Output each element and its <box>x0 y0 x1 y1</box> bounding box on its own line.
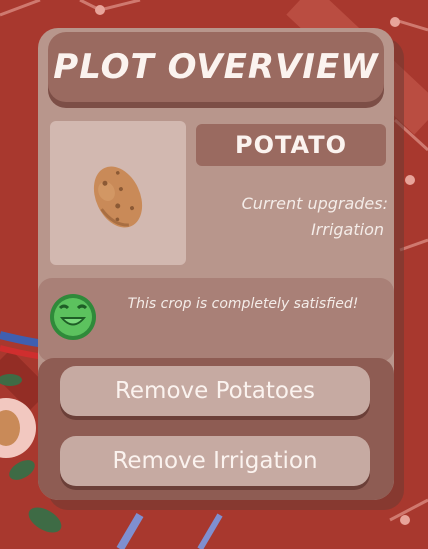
actions-area: Remove Potatoes Remove Irrigation <box>38 358 394 500</box>
potato-icon <box>93 166 143 228</box>
crop-name-badge: POTATO <box>196 124 386 166</box>
current-upgrades-value: Irrigation <box>311 220 384 239</box>
crop-name: POTATO <box>235 131 347 159</box>
plot-overview-panel: PLOT OVERVIEW POTATO Current upgrades: I… <box>38 28 394 500</box>
panel-title: PLOT OVERVIEW <box>53 47 379 87</box>
crop-status: This crop is completely satisfied! <box>38 278 394 362</box>
current-upgrades-label: Current upgrades: <box>241 194 388 213</box>
happy-face-icon <box>50 294 96 340</box>
crop-image <box>50 121 186 265</box>
remove-crop-button[interactable]: Remove Potatoes <box>60 366 370 416</box>
remove-upgrade-button[interactable]: Remove Irrigation <box>60 436 370 486</box>
status-message: This crop is completely satisfied! <box>127 296 359 312</box>
title-bar: PLOT OVERVIEW <box>48 32 384 102</box>
